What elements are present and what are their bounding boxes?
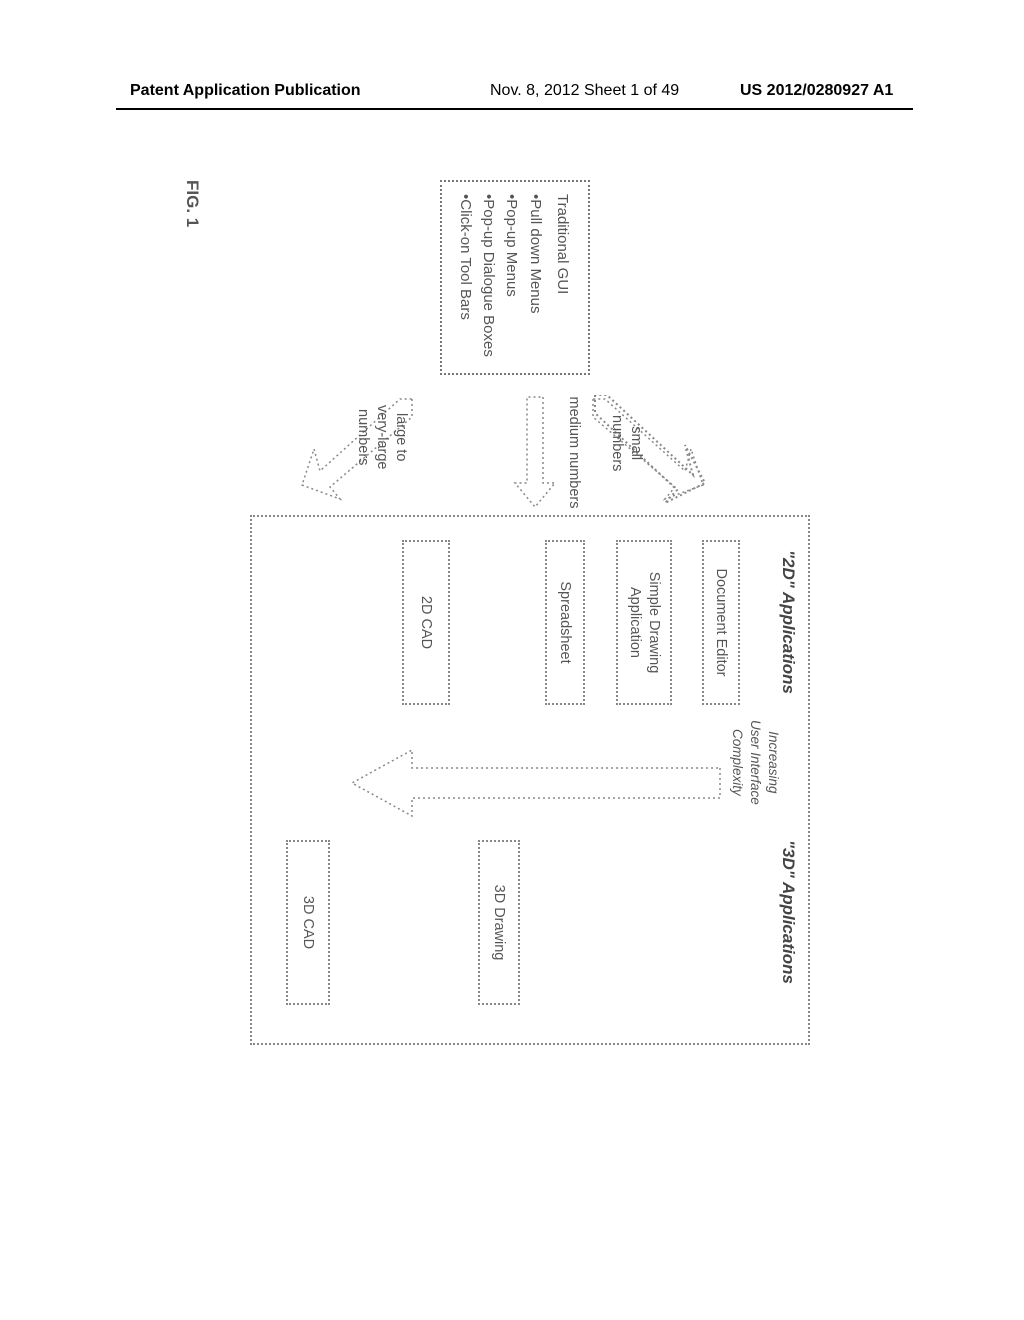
header-title-left: Patent Application Publication (130, 82, 361, 100)
complexity-arrow (337, 748, 722, 818)
gui-item: •Pull down Menus (524, 194, 547, 361)
2d-cad-box: 2D CAD (402, 540, 450, 705)
arrow-medium-label: medium numbers (564, 385, 583, 520)
figure-rotated-frame: Traditional GUI •Pull down Menus •Pop-up… (70, 260, 950, 980)
simple-drawing-box: Simple Drawing Application (616, 540, 672, 705)
3d-cad-box: 3D CAD (286, 840, 330, 1005)
arrow-small-numbers: small numbers (580, 395, 705, 505)
column-2d-heading: "2D" Applications (778, 550, 798, 694)
header-rule (116, 108, 913, 110)
column-3d-heading: "3D" Applications (778, 840, 798, 984)
arrow-large-numbers: large to very-large numbers (295, 395, 420, 505)
header-date-sheet: Nov. 8, 2012 Sheet 1 of 49 (490, 82, 679, 100)
arrow-medium-numbers: medium numbers (500, 395, 565, 510)
figure-label: FIG. 1 (182, 180, 202, 227)
complexity-label: Increasing User Interface Complexity (727, 720, 782, 805)
gui-item: •Click-on Tool Bars (454, 194, 477, 361)
figure-content: Traditional GUI •Pull down Menus •Pop-up… (150, 180, 870, 1060)
gui-item: •Pop-up Menus (500, 194, 523, 361)
header-pub-number: US 2012/0280927 A1 (740, 82, 893, 100)
gui-item: •Pop-up Dialogue Boxes (477, 194, 500, 361)
arrow-up-right-icon (585, 395, 705, 505)
arrow-large-label: large to very-large numbers (353, 405, 410, 469)
gui-box-title: Traditional GUI (551, 194, 574, 361)
arrow-right-icon (505, 395, 565, 510)
document-editor-box: Document Editor (702, 540, 740, 705)
spreadsheet-box: Spreadsheet (545, 540, 585, 705)
arrow-down-icon (342, 748, 722, 818)
3d-drawing-box: 3D Drawing (478, 840, 520, 1005)
arrow-small-label: small numbers (607, 415, 645, 471)
traditional-gui-box: Traditional GUI •Pull down Menus •Pop-up… (440, 180, 590, 375)
